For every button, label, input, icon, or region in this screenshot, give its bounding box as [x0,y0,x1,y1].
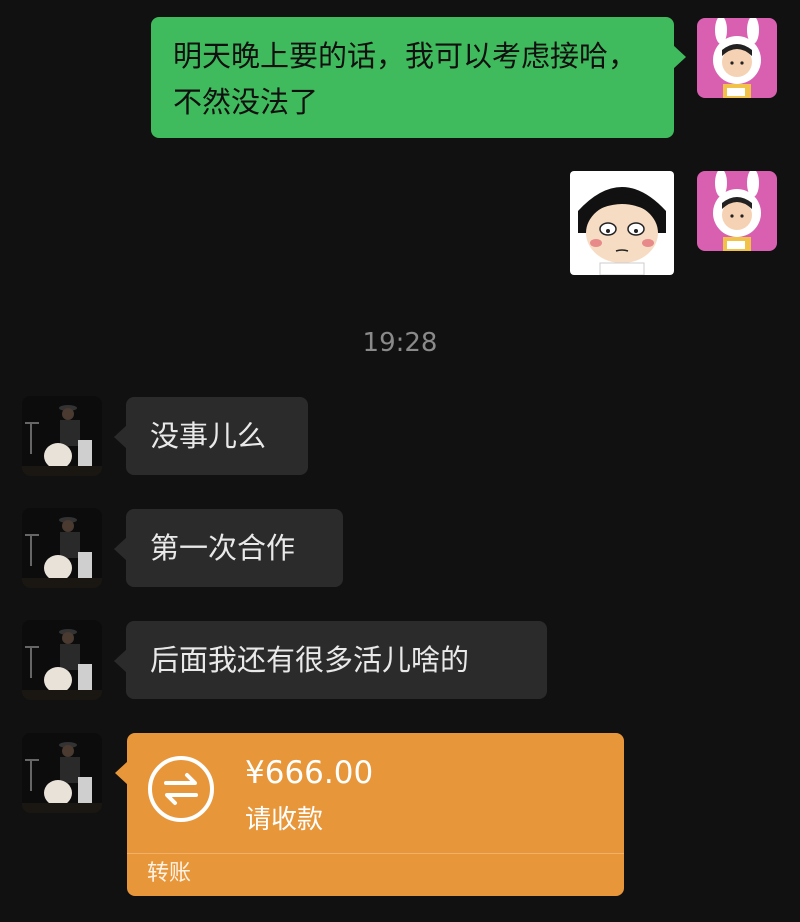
transfer-divider [127,853,624,854]
sticker-image[interactable] [570,171,674,275]
bunny-girl-avatar-icon [697,18,777,98]
sent-message-text: 明天晚上要的话，我可以考虑接哈，不然没法了 [173,39,638,119]
musician-photo-icon [22,396,102,476]
received-message-text: 后面我还有很多活儿啥的 [150,643,470,677]
musician-photo-icon [22,508,102,588]
received-message-text: 第一次合作 [150,531,296,565]
transfer-label: 转账 [147,861,192,886]
chat-timestamp: 19:28 [362,328,438,358]
sent-message-bubble[interactable]: 明天晚上要的话，我可以考虑接哈，不然没法了 [151,17,686,138]
contact-avatar[interactable] [22,620,102,700]
transfer-arrows-icon [148,756,214,822]
musician-photo-icon [22,620,102,700]
received-message-bubble[interactable]: 第一次合作 [114,509,343,587]
contact-avatar[interactable] [22,733,102,813]
bunny-girl-avatar-icon [697,171,777,251]
transfer-card[interactable]: ¥666.00 请收款 转账 [115,733,624,896]
received-message-text: 没事儿么 [150,419,267,453]
musician-photo-icon [22,733,102,813]
transfer-note: 请收款 [245,805,324,835]
contact-avatar[interactable] [22,508,102,588]
received-message-bubble[interactable]: 后面我还有很多活儿啥的 [114,621,547,699]
received-message-bubble[interactable]: 没事儿么 [114,397,308,475]
transfer-amount: ¥666.00 [245,755,374,791]
self-avatar[interactable] [697,18,777,98]
contact-avatar[interactable] [22,396,102,476]
self-avatar[interactable] [697,171,777,251]
sticker-face-icon [570,171,674,275]
